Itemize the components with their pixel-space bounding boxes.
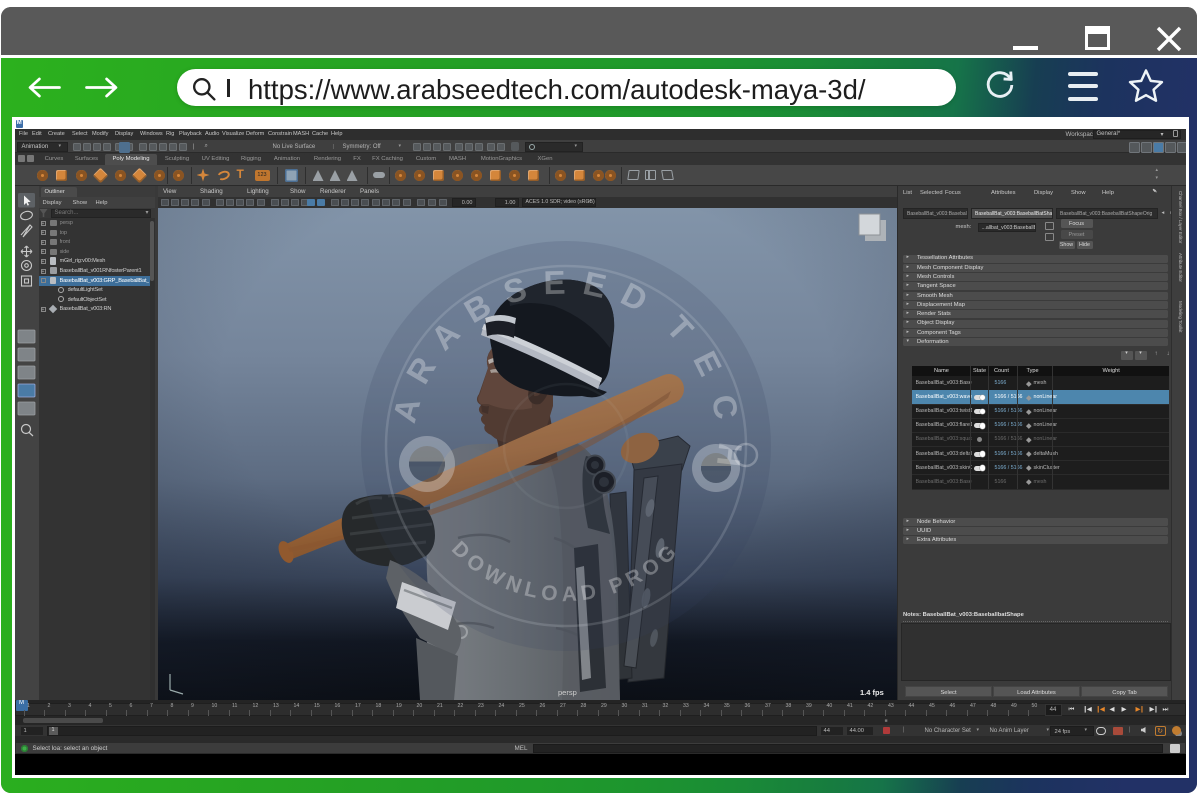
svg-text:1.4 fps: 1.4 fps [860, 688, 884, 697]
svg-text:persp: persp [558, 688, 577, 697]
